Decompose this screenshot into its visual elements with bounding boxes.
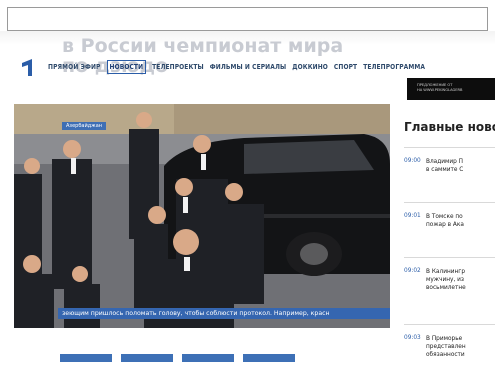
news-item[interactable]: 09:00 Владимир П в саммите С [404,147,495,192]
ad-text-line-2: НА WWW.PEKINGLAGERB [417,87,463,92]
news-headline[interactable]: В Калинингр мужчину, из восьмилетне [426,268,466,314]
news-time: 09:03 [404,335,421,341]
nav-teleprojects[interactable]: ТЕЛЕПРОЕКТЫ [152,63,204,71]
nav-sport[interactable]: СПОРТ [334,63,357,71]
news-time: 09:02 [404,268,421,274]
news-time: 09:01 [404,213,421,219]
news-headline[interactable]: Владимир П в саммите С [426,158,463,192]
share-buttons [60,354,304,362]
news-headline[interactable]: В Приморье представлен обязанности [426,335,466,369]
video-subtitle: зеющим пришлось поломать голову, чтобы с… [58,308,390,319]
nav-films-series[interactable]: ФИЛЬМЫ И СЕРИАЛЫ [210,63,286,71]
address-bar[interactable] [7,7,488,31]
channel-one-logo-icon[interactable] [18,56,40,78]
share-button-4[interactable] [243,354,295,362]
news-headline[interactable]: В Томске по пожар в Ака [426,213,464,247]
news-list: 09:00 Владимир П в саммите С 09:01 В Том… [404,147,495,379]
share-button-2[interactable] [121,354,173,362]
nav-news[interactable]: НОВОСТИ [106,60,147,74]
nav-dokkino[interactable]: ДОККИНО [292,63,328,71]
video-player[interactable]: Азербайджан зеющим пришлось поломать гол… [14,104,390,328]
nav-tv-program[interactable]: ТЕЛЕПРОГРАММА [363,63,425,71]
main-news-heading: Главные ново [404,120,495,134]
news-item[interactable]: 09:03 В Приморье представлен обязанности [404,324,495,369]
share-button-1[interactable] [60,354,112,362]
video-frame-illustration [14,104,390,328]
news-time: 09:00 [404,158,421,164]
location-badge: Азербайджан [62,122,107,130]
advertisement-banner[interactable]: ПРЕДЛОЖЕНИЕ ОТ НА WWW.PEKINGLAGERB [407,78,495,100]
share-button-3[interactable] [182,354,234,362]
news-item[interactable]: 09:02 В Калинингр мужчину, из восьмилетн… [404,257,495,314]
main-nav: ПРЯМОЙ ЭФИР НОВОСТИ ТЕЛЕПРОЕКТЫ ФИЛЬМЫ И… [48,60,431,74]
nav-live[interactable]: ПРЯМОЙ ЭФИР [48,63,101,71]
news-item[interactable]: 09:01 В Томске по пожар в Ака [404,202,495,247]
